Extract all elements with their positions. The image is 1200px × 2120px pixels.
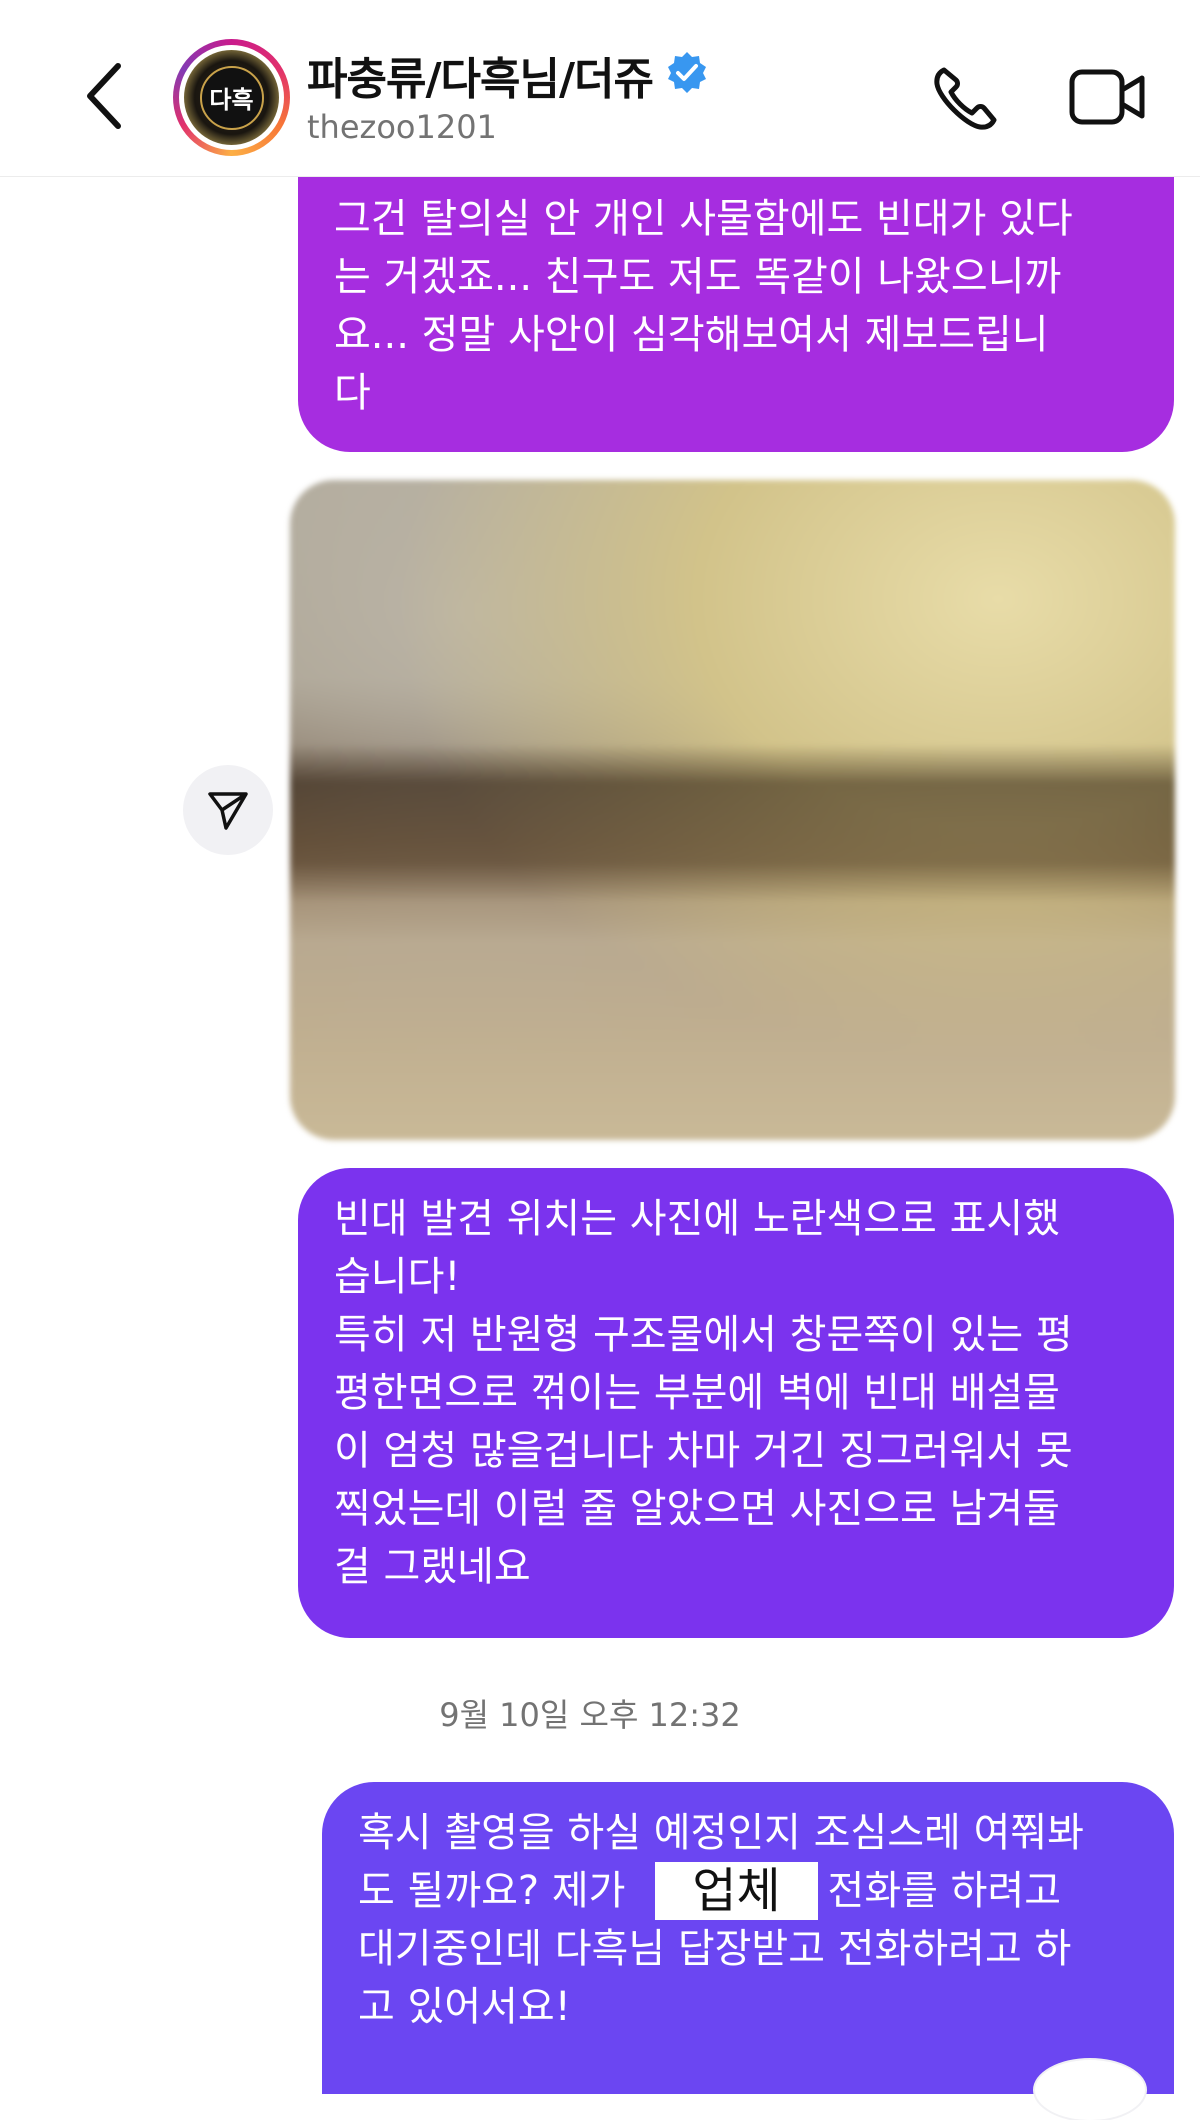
chat-header: 다흑 파충류/다흑님/더쥬 thezoo1201 xyxy=(0,0,1200,177)
reaction-bubble xyxy=(1035,2060,1145,2120)
avatar[interactable]: 다흑 xyxy=(184,50,279,145)
avatar-story-ring[interactable]: 다흑 xyxy=(173,39,290,156)
chevron-left-icon[interactable] xyxy=(80,60,130,132)
phone-icon[interactable] xyxy=(930,62,1002,134)
message-bubble[interactable]: 그건 탈의실 안 개인 사물함에도 빈대가 있다 는 거겠죠... 친구도 저도… xyxy=(298,140,1174,452)
contact-username: thezoo1201 xyxy=(307,108,497,146)
message-bubble[interactable]: 혹시 촬영을 하실 예정인지 조심스레 여쭤봐 도 될까요? 제가 랑 전화를 … xyxy=(322,1782,1174,2094)
share-button[interactable] xyxy=(183,765,273,855)
contact-name[interactable]: 파충류/다흑님/더쥬 xyxy=(307,43,654,107)
share-paper-plane-icon xyxy=(208,792,248,830)
avatar-text: 다흑 xyxy=(199,65,264,130)
blurred-photo-message[interactable] xyxy=(290,480,1175,1140)
verified-badge-icon xyxy=(668,52,706,93)
message-bubble[interactable]: 빈대 발견 위치는 사진에 노란색으로 표시했 습니다! 특히 저 반원형 구조… xyxy=(298,1168,1174,1638)
timestamp-divider: 9월 10일 오후 12:32 xyxy=(0,1690,1200,1736)
redaction-box: 업체 xyxy=(655,1862,818,1920)
timestamp-text: 9월 10일 오후 12:32 xyxy=(439,1696,741,1734)
video-camera-icon[interactable] xyxy=(1068,64,1146,130)
